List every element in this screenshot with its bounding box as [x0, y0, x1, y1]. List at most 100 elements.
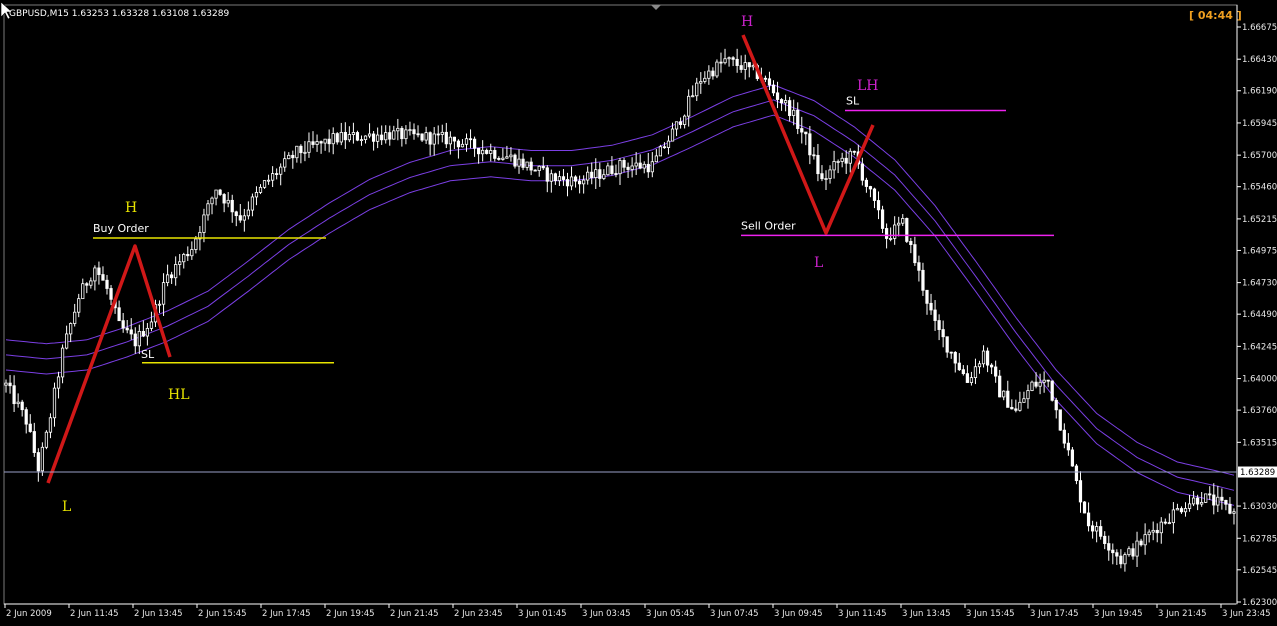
candle-bearish [291, 154, 295, 159]
candle-bullish [642, 163, 646, 169]
candle-bearish [1212, 494, 1216, 506]
time-tick-label: 3 Jun 21:45 [1158, 609, 1207, 619]
candle-bearish [36, 452, 40, 472]
price-tick-label: 1.66675 [1242, 23, 1277, 33]
candle-bearish [444, 131, 448, 145]
candle-bearish [812, 154, 816, 157]
chart-window[interactable]: Buy Order SL H HL L Sell Order SL H LH L 1.66675 1… [0, 0, 1277, 622]
candle-bearish [121, 320, 125, 329]
candle-bullish [1232, 511, 1236, 514]
candle-bearish [872, 188, 877, 201]
candle-bearish [513, 154, 517, 167]
candle-bearish [921, 269, 925, 291]
time-tick-label: 3 Jun 09:45 [774, 609, 823, 619]
time-tick-label: 2 Jun 23:45 [454, 609, 503, 619]
candle-bearish [965, 373, 969, 383]
candle-bullish [226, 199, 230, 204]
candle-bearish [1220, 496, 1224, 501]
candle-bullish [630, 165, 634, 170]
candle-bearish [428, 132, 432, 145]
candle-bullish [1123, 554, 1127, 565]
candle-bullish [1030, 381, 1034, 391]
candle-bullish [1175, 508, 1180, 511]
candle-bullish [828, 169, 832, 179]
candle-bearish [1115, 552, 1119, 557]
candle-bullish [699, 81, 703, 84]
candle-bullish [396, 127, 400, 132]
price-tick-label: 1.62785 [1242, 534, 1277, 544]
candle-bearish [24, 409, 28, 425]
candle-bullish [707, 70, 711, 79]
candle-bullish [376, 134, 380, 142]
candle-bullish [81, 283, 85, 300]
symbol-info: GBPUSD,M15 1.63253 1.63328 1.63108 1.632… [9, 9, 229, 19]
candle-bullish [408, 129, 412, 132]
candle-bullish [77, 298, 81, 313]
candle-bearish [1058, 409, 1062, 431]
price-tick-label: 1.64975 [1242, 246, 1277, 256]
candle-bullish [848, 150, 852, 164]
candle-bullish [250, 196, 255, 211]
candle-bearish [638, 162, 642, 169]
candle-bullish [210, 197, 214, 205]
candle-bullish [214, 189, 218, 199]
candle-bearish [990, 364, 994, 368]
candle-bullish [266, 179, 271, 182]
candle-bullish [271, 173, 275, 181]
candle-bearish [529, 161, 533, 171]
candle-bearish [238, 215, 242, 221]
candle-bearish [1179, 508, 1184, 513]
candle-bearish [97, 267, 101, 275]
candle-bullish [1026, 390, 1030, 400]
candle-bearish [933, 309, 937, 321]
price-tick-label: 1.66190 [1242, 87, 1277, 97]
candle-bullish [206, 203, 210, 216]
candle-bearish [420, 133, 424, 141]
price-tick-label: 1.62545 [1242, 566, 1277, 576]
candle-bearish [1111, 549, 1115, 554]
candle-bullish [60, 347, 65, 378]
candle-bullish [505, 156, 509, 159]
candle-bullish [889, 238, 893, 240]
candle-bullish [743, 62, 747, 70]
candle-bearish [541, 165, 545, 169]
time-tick-label: 3 Jun 03:45 [582, 609, 631, 619]
candle-bullish [44, 431, 49, 448]
candle-bearish [1155, 529, 1159, 534]
candle-bearish [1103, 535, 1107, 544]
candle-bullish [254, 192, 259, 198]
candle-bullish [537, 165, 541, 171]
candle-bullish [242, 215, 246, 221]
candle-bearish [1086, 512, 1091, 527]
candle-bullish [1018, 401, 1022, 411]
bar-timer: [ 04:44 ] [1189, 9, 1242, 22]
candle-bullish [602, 174, 606, 179]
buy-hl-label: HL [168, 387, 190, 403]
candle-bearish [477, 147, 481, 155]
price-chart[interactable]: Buy Order SL H HL L Sell Order SL H LH L 1.66675 1… [0, 0, 1277, 622]
candle-bearish [622, 160, 626, 168]
candle-bullish [157, 303, 162, 306]
candle-bearish [1006, 390, 1010, 408]
candle-bearish [1228, 503, 1232, 514]
candle-bullish [295, 145, 299, 159]
candle-bearish [775, 92, 780, 100]
candle-bearish [945, 336, 949, 353]
candle-bullish [517, 158, 521, 167]
buy-sl-label: SL [141, 348, 155, 361]
candle-bearish [222, 194, 226, 204]
candle-bearish [788, 100, 792, 116]
candle-bearish [186, 253, 190, 257]
candle-bullish [727, 57, 731, 60]
candle-bearish [533, 169, 537, 172]
candle-bearish [1139, 540, 1143, 546]
candle-bullish [283, 158, 287, 168]
candle-bullish [367, 133, 372, 137]
candle-bearish [412, 129, 416, 135]
candle-bearish [493, 150, 497, 159]
candle-bearish [380, 134, 384, 141]
candle-bullish [1167, 522, 1171, 525]
price-tick-label: 1.64245 [1242, 342, 1277, 352]
candle-bearish [101, 274, 105, 281]
candle-bearish [767, 78, 772, 86]
